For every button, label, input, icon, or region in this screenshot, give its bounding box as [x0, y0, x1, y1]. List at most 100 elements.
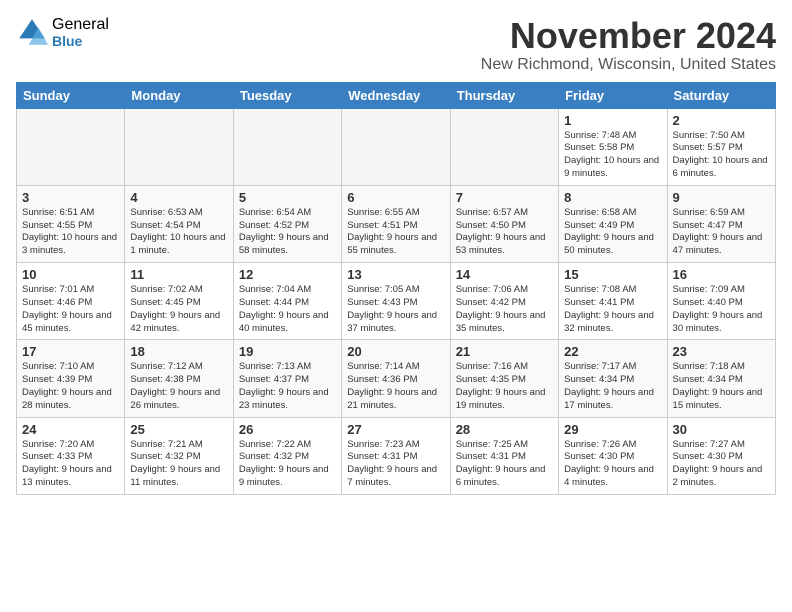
calendar-cell: 8 Sunrise: 6:58 AM Sunset: 4:49 PM Daylig… [559, 185, 667, 262]
logo-icon [16, 16, 48, 48]
day-number: 24 [22, 422, 119, 437]
calendar-cell: 24 Sunrise: 7:20 AM Sunset: 4:33 PM Dayli… [17, 417, 125, 494]
calendar-cell [342, 108, 450, 185]
month-title: November 2024 [481, 16, 776, 56]
calendar-cell [17, 108, 125, 185]
calendar-cell: 22 Sunrise: 7:17 AM Sunset: 4:34 PM Dayli… [559, 340, 667, 417]
calendar: SundayMondayTuesdayWednesdayThursdayFrid… [16, 82, 776, 495]
calendar-cell: 28 Sunrise: 7:25 AM Sunset: 4:31 PM Dayli… [450, 417, 558, 494]
day-number: 27 [347, 422, 444, 437]
day-info: Sunrise: 7:08 AM Sunset: 4:41 PM Dayligh… [564, 284, 661, 335]
day-number: 26 [239, 422, 336, 437]
day-info: Sunrise: 6:54 AM Sunset: 4:52 PM Dayligh… [239, 207, 336, 258]
day-info: Sunrise: 7:12 AM Sunset: 4:38 PM Dayligh… [130, 361, 227, 412]
day-number: 3 [22, 190, 119, 205]
day-number: 10 [22, 267, 119, 282]
day-number: 9 [673, 190, 770, 205]
day-info: Sunrise: 7:16 AM Sunset: 4:35 PM Dayligh… [456, 361, 553, 412]
day-info: Sunrise: 7:18 AM Sunset: 4:34 PM Dayligh… [673, 361, 770, 412]
calendar-cell: 1Sunrise: 7:48 AM Sunset: 5:58 PM Daylig… [559, 108, 667, 185]
calendar-week-1: 1Sunrise: 7:48 AM Sunset: 5:58 PM Daylig… [17, 108, 776, 185]
logo: General Blue [16, 16, 109, 49]
day-info: Sunrise: 7:02 AM Sunset: 4:45 PM Dayligh… [130, 284, 227, 335]
day-info: Sunrise: 7:20 AM Sunset: 4:33 PM Dayligh… [22, 439, 119, 490]
calendar-cell: 2Sunrise: 7:50 AM Sunset: 5:57 PM Daylig… [667, 108, 775, 185]
day-number: 12 [239, 267, 336, 282]
calendar-header-saturday: Saturday [667, 82, 775, 108]
calendar-cell: 25Sunrise: 7:21 AM Sunset: 4:32 PM Dayli… [125, 417, 233, 494]
calendar-body: 1Sunrise: 7:48 AM Sunset: 5:58 PM Daylig… [17, 108, 776, 494]
day-number: 14 [456, 267, 553, 282]
calendar-cell: 5 Sunrise: 6:54 AM Sunset: 4:52 PM Daylig… [233, 185, 341, 262]
calendar-cell: 6 Sunrise: 6:55 AM Sunset: 4:51 PM Daylig… [342, 185, 450, 262]
calendar-header-thursday: Thursday [450, 82, 558, 108]
day-number: 22 [564, 344, 661, 359]
day-number: 2 [673, 113, 770, 128]
day-number: 30 [673, 422, 770, 437]
day-number: 19 [239, 344, 336, 359]
calendar-cell: 13 Sunrise: 7:05 AM Sunset: 4:43 PM Dayli… [342, 263, 450, 340]
day-number: 29 [564, 422, 661, 437]
day-number: 4 [130, 190, 227, 205]
day-info: Sunrise: 7:05 AM Sunset: 4:43 PM Dayligh… [347, 284, 444, 335]
calendar-cell: 27 Sunrise: 7:23 AM Sunset: 4:31 PM Dayli… [342, 417, 450, 494]
day-info: Sunrise: 7:22 AM Sunset: 4:32 PM Dayligh… [239, 439, 336, 490]
location-title: New Richmond, Wisconsin, United States [481, 56, 776, 74]
calendar-week-2: 3 Sunrise: 6:51 AM Sunset: 4:55 PM Daylig… [17, 185, 776, 262]
calendar-cell: 17 Sunrise: 7:10 AM Sunset: 4:39 PM Dayli… [17, 340, 125, 417]
day-info: Sunrise: 7:09 AM Sunset: 4:40 PM Dayligh… [673, 284, 770, 335]
day-info: Sunrise: 7:25 AM Sunset: 4:31 PM Dayligh… [456, 439, 553, 490]
day-info: Sunrise: 7:10 AM Sunset: 4:39 PM Dayligh… [22, 361, 119, 412]
logo-general: General [52, 16, 109, 34]
day-number: 28 [456, 422, 553, 437]
day-info: Sunrise: 7:06 AM Sunset: 4:42 PM Dayligh… [456, 284, 553, 335]
calendar-cell: 9 Sunrise: 6:59 AM Sunset: 4:47 PM Daylig… [667, 185, 775, 262]
day-info: Sunrise: 6:53 AM Sunset: 4:54 PM Dayligh… [130, 207, 227, 258]
calendar-cell: 23 Sunrise: 7:18 AM Sunset: 4:34 PM Dayli… [667, 340, 775, 417]
day-number: 6 [347, 190, 444, 205]
calendar-header-monday: Monday [125, 82, 233, 108]
day-number: 15 [564, 267, 661, 282]
calendar-cell: 14 Sunrise: 7:06 AM Sunset: 4:42 PM Dayli… [450, 263, 558, 340]
day-info: Sunrise: 7:21 AM Sunset: 4:32 PM Dayligh… [130, 439, 227, 490]
calendar-week-5: 24 Sunrise: 7:20 AM Sunset: 4:33 PM Dayli… [17, 417, 776, 494]
day-info: Sunrise: 7:14 AM Sunset: 4:36 PM Dayligh… [347, 361, 444, 412]
day-info: Sunrise: 7:13 AM Sunset: 4:37 PM Dayligh… [239, 361, 336, 412]
day-info: Sunrise: 6:58 AM Sunset: 4:49 PM Dayligh… [564, 207, 661, 258]
calendar-cell: 16 Sunrise: 7:09 AM Sunset: 4:40 PM Dayli… [667, 263, 775, 340]
logo-blue: Blue [52, 34, 109, 49]
calendar-cell: 18 Sunrise: 7:12 AM Sunset: 4:38 PM Dayli… [125, 340, 233, 417]
calendar-header-row: SundayMondayTuesdayWednesdayThursdayFrid… [17, 82, 776, 108]
day-number: 13 [347, 267, 444, 282]
calendar-week-4: 17 Sunrise: 7:10 AM Sunset: 4:39 PM Dayli… [17, 340, 776, 417]
day-info: Sunrise: 6:59 AM Sunset: 4:47 PM Dayligh… [673, 207, 770, 258]
day-number: 8 [564, 190, 661, 205]
day-info: Sunrise: 7:01 AM Sunset: 4:46 PM Dayligh… [22, 284, 119, 335]
calendar-cell [450, 108, 558, 185]
calendar-cell: 30 Sunrise: 7:27 AM Sunset: 4:30 PM Dayli… [667, 417, 775, 494]
day-info: Sunrise: 6:55 AM Sunset: 4:51 PM Dayligh… [347, 207, 444, 258]
day-number: 17 [22, 344, 119, 359]
calendar-week-3: 10 Sunrise: 7:01 AM Sunset: 4:46 PM Dayli… [17, 263, 776, 340]
calendar-cell: 11Sunrise: 7:02 AM Sunset: 4:45 PM Dayli… [125, 263, 233, 340]
day-info: Sunrise: 7:48 AM Sunset: 5:58 PM Dayligh… [564, 130, 661, 181]
day-number: 18 [130, 344, 227, 359]
calendar-header-wednesday: Wednesday [342, 82, 450, 108]
calendar-cell: 10 Sunrise: 7:01 AM Sunset: 4:46 PM Dayli… [17, 263, 125, 340]
calendar-cell [125, 108, 233, 185]
day-number: 16 [673, 267, 770, 282]
day-info: Sunrise: 6:51 AM Sunset: 4:55 PM Dayligh… [22, 207, 119, 258]
calendar-header-sunday: Sunday [17, 82, 125, 108]
day-info: Sunrise: 7:17 AM Sunset: 4:34 PM Dayligh… [564, 361, 661, 412]
calendar-cell: 15 Sunrise: 7:08 AM Sunset: 4:41 PM Dayli… [559, 263, 667, 340]
day-info: Sunrise: 7:27 AM Sunset: 4:30 PM Dayligh… [673, 439, 770, 490]
day-number: 23 [673, 344, 770, 359]
calendar-cell: 12Sunrise: 7:04 AM Sunset: 4:44 PM Dayli… [233, 263, 341, 340]
calendar-cell: 20Sunrise: 7:14 AM Sunset: 4:36 PM Dayli… [342, 340, 450, 417]
day-number: 7 [456, 190, 553, 205]
day-info: Sunrise: 7:23 AM Sunset: 4:31 PM Dayligh… [347, 439, 444, 490]
calendar-cell: 4 Sunrise: 6:53 AM Sunset: 4:54 PM Daylig… [125, 185, 233, 262]
day-number: 5 [239, 190, 336, 205]
calendar-cell: 3 Sunrise: 6:51 AM Sunset: 4:55 PM Daylig… [17, 185, 125, 262]
calendar-header-tuesday: Tuesday [233, 82, 341, 108]
